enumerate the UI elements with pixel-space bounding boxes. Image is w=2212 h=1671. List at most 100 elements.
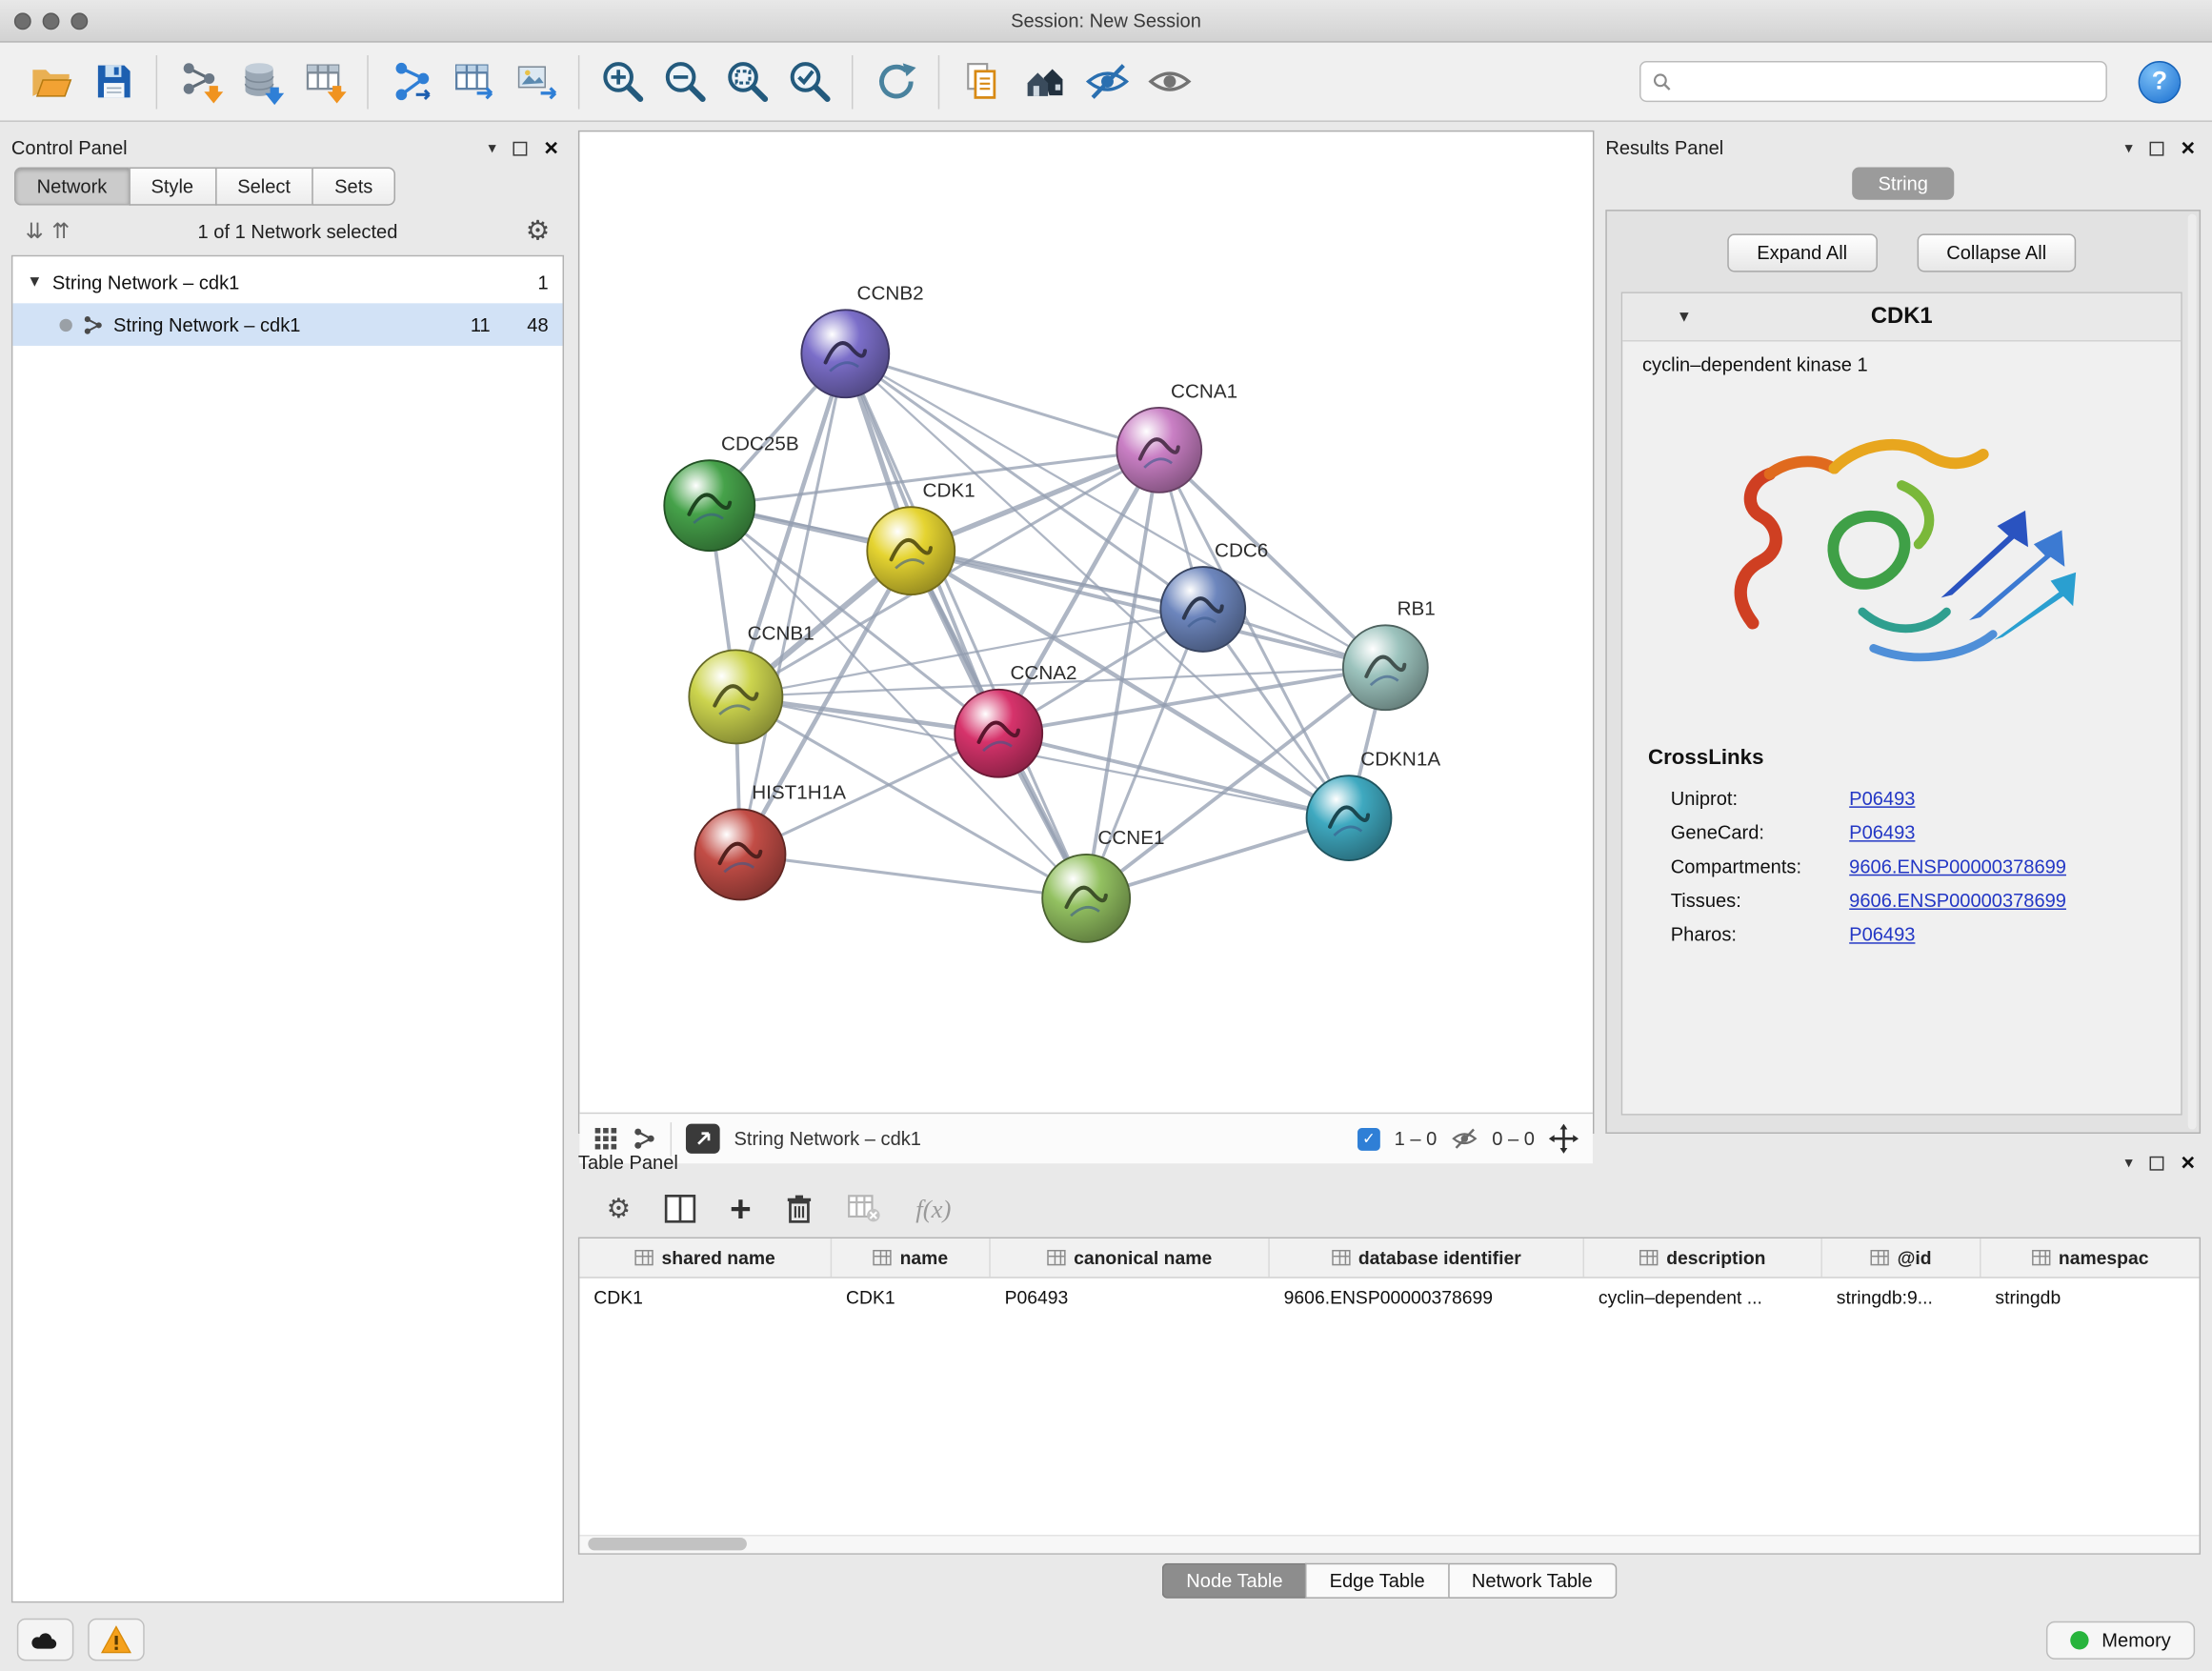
network-node-RB1[interactable]: RB1 <box>1343 598 1436 711</box>
duplicate-document-button[interactable] <box>951 49 1013 113</box>
column-header[interactable]: namespac <box>1981 1238 2200 1277</box>
cloud-status-button[interactable] <box>17 1619 74 1661</box>
save-session-button[interactable] <box>82 49 144 113</box>
table-settings-gear-icon[interactable]: ⚙ <box>607 1196 631 1222</box>
network-edge[interactable] <box>740 353 845 855</box>
collapse-all-button[interactable]: Collapse All <box>1917 233 2076 272</box>
column-header[interactable]: name <box>832 1238 991 1277</box>
expand-all-button[interactable]: Expand All <box>1727 233 1877 272</box>
string-tab[interactable]: String <box>1853 168 1954 200</box>
tab-node-table[interactable]: Node Table <box>1162 1563 1305 1599</box>
tab-edge-table[interactable]: Edge Table <box>1305 1563 1447 1599</box>
network-node-CCNA1[interactable]: CCNA1 <box>1116 380 1237 493</box>
close-panel-icon[interactable]: × <box>2181 1151 2195 1175</box>
table-import-icon <box>301 58 348 105</box>
close-panel-icon[interactable]: × <box>2181 136 2195 160</box>
network-node-label: CCNB2 <box>857 283 924 305</box>
create-column-button[interactable]: + <box>730 1191 752 1228</box>
network-node-CCNB1[interactable]: CCNB1 <box>689 623 814 744</box>
collapse-all-icon[interactable]: ⇊ <box>26 218 44 244</box>
zoom-out-button[interactable] <box>654 49 715 113</box>
network-row[interactable]: String Network – cdk1 11 48 <box>12 303 562 346</box>
disclosure-triangle-icon[interactable]: ▼ <box>27 273 42 291</box>
network-graph[interactable]: CCNB2CCNA1CDC25BCDK1CDC6RB1CCNB1CCNA2CDK… <box>579 131 1593 1113</box>
memory-button[interactable]: Memory <box>2046 1621 2195 1659</box>
network-edge[interactable] <box>845 353 1158 450</box>
expand-all-icon[interactable]: ⇈ <box>51 218 70 244</box>
cell-canonical-name[interactable]: P06493 <box>991 1278 1270 1317</box>
panel-menu-icon[interactable]: ▾ <box>2125 139 2133 157</box>
cell-namespace[interactable]: stringdb <box>1981 1278 2200 1317</box>
column-header[interactable]: shared name <box>579 1238 832 1277</box>
panel-menu-icon[interactable]: ▾ <box>488 139 495 157</box>
image-export-icon <box>513 58 559 105</box>
crosslink-link[interactable]: 9606.ENSP00000378699 <box>1849 856 2066 876</box>
network-edge[interactable] <box>740 855 1086 898</box>
maximize-window-button[interactable] <box>70 12 88 30</box>
gear-icon[interactable]: ⚙ <box>526 217 550 244</box>
column-header[interactable]: description <box>1584 1238 1822 1277</box>
tab-network[interactable]: Network <box>14 168 129 206</box>
float-panel-icon[interactable] <box>2150 1156 2164 1170</box>
float-panel-icon[interactable] <box>513 141 528 155</box>
minimize-window-button[interactable] <box>43 12 60 30</box>
tab-style[interactable]: Style <box>129 168 215 206</box>
crosslink-link[interactable]: P06493 <box>1849 787 1915 808</box>
network-node-CDKN1A[interactable]: CDKN1A <box>1307 748 1441 860</box>
show-columns-button[interactable] <box>665 1195 696 1223</box>
import-table-button[interactable] <box>293 49 355 113</box>
cell-id[interactable]: stringdb:9... <box>1822 1278 1981 1317</box>
refresh-layout-button[interactable] <box>864 49 926 113</box>
network-node-HIST1H1A[interactable]: HIST1H1A <box>694 782 846 900</box>
close-window-button[interactable] <box>14 12 31 30</box>
new-network-icon <box>388 58 434 105</box>
results-scrollbar[interactable] <box>2188 214 2197 1130</box>
cell-shared-name[interactable]: CDK1 <box>579 1278 832 1317</box>
tab-select[interactable]: Select <box>214 168 312 206</box>
center-area: CCNB2CCNA1CDC25BCDK1CDC6RB1CCNB1CCNA2CDK… <box>578 131 2201 1603</box>
show-all-button[interactable] <box>1137 49 1199 113</box>
new-network-button[interactable] <box>380 49 442 113</box>
network-edge-count: 48 <box>500 313 549 334</box>
column-header[interactable]: canonical name <box>991 1238 1270 1277</box>
warnings-button[interactable] <box>88 1619 144 1661</box>
overview-button[interactable] <box>1014 49 1076 113</box>
column-header[interactable]: @id <box>1822 1238 1981 1277</box>
zoom-selected-button[interactable] <box>778 49 840 113</box>
table-hscroll-thumb[interactable] <box>588 1538 747 1550</box>
crosslink-link[interactable]: 9606.ENSP00000378699 <box>1849 889 2066 910</box>
network-canvas[interactable]: CCNB2CCNA1CDC25BCDK1CDC6RB1CCNB1CCNA2CDK… <box>579 131 1593 1113</box>
network-edge[interactable] <box>845 353 1086 898</box>
import-network-database-button[interactable] <box>231 49 292 113</box>
tab-network-table[interactable]: Network Table <box>1448 1563 1617 1599</box>
panel-menu-icon[interactable]: ▾ <box>2125 1154 2133 1172</box>
column-header[interactable]: database identifier <box>1270 1238 1584 1277</box>
crosslink-link[interactable]: P06493 <box>1849 821 1915 842</box>
network-collection-row[interactable]: ▼ String Network – cdk1 1 <box>12 261 562 304</box>
float-panel-icon[interactable] <box>2150 141 2164 155</box>
import-network-file-button[interactable] <box>169 49 231 113</box>
search-input[interactable] <box>1680 70 2094 91</box>
cell-description[interactable]: cyclin–dependent ... <box>1584 1278 1822 1317</box>
table-row[interactable]: CDK1 CDK1 P06493 9606.ENSP00000378699 cy… <box>579 1278 2199 1317</box>
crosslink-link[interactable]: P06493 <box>1849 923 1915 944</box>
network-node-CCNB2[interactable]: CCNB2 <box>801 283 923 398</box>
disclosure-triangle-icon[interactable]: ▼ <box>1677 309 1692 326</box>
gene-section-header[interactable]: ▼ CDK1 <box>1622 293 2181 342</box>
export-network-image-button[interactable] <box>505 49 567 113</box>
cell-name[interactable]: CDK1 <box>832 1278 991 1317</box>
network-from-table-button[interactable] <box>442 49 504 113</box>
help-button[interactable]: ? <box>2139 60 2182 103</box>
zoom-in-button[interactable] <box>591 49 653 113</box>
close-panel-icon[interactable]: × <box>544 136 558 160</box>
network-edge[interactable] <box>998 734 1349 818</box>
network-node-CDC25B[interactable]: CDC25B <box>664 433 798 551</box>
network-node-CDK1[interactable]: CDK1 <box>867 479 975 594</box>
cell-database-identifier[interactable]: 9606.ENSP00000378699 <box>1270 1278 1584 1317</box>
delete-column-button[interactable] <box>785 1193 814 1224</box>
tab-sets[interactable]: Sets <box>312 168 395 206</box>
zoom-fit-button[interactable] <box>715 49 777 113</box>
open-session-button[interactable] <box>20 49 82 113</box>
search-field[interactable] <box>1639 61 2107 102</box>
hide-selected-button[interactable] <box>1076 49 1137 113</box>
